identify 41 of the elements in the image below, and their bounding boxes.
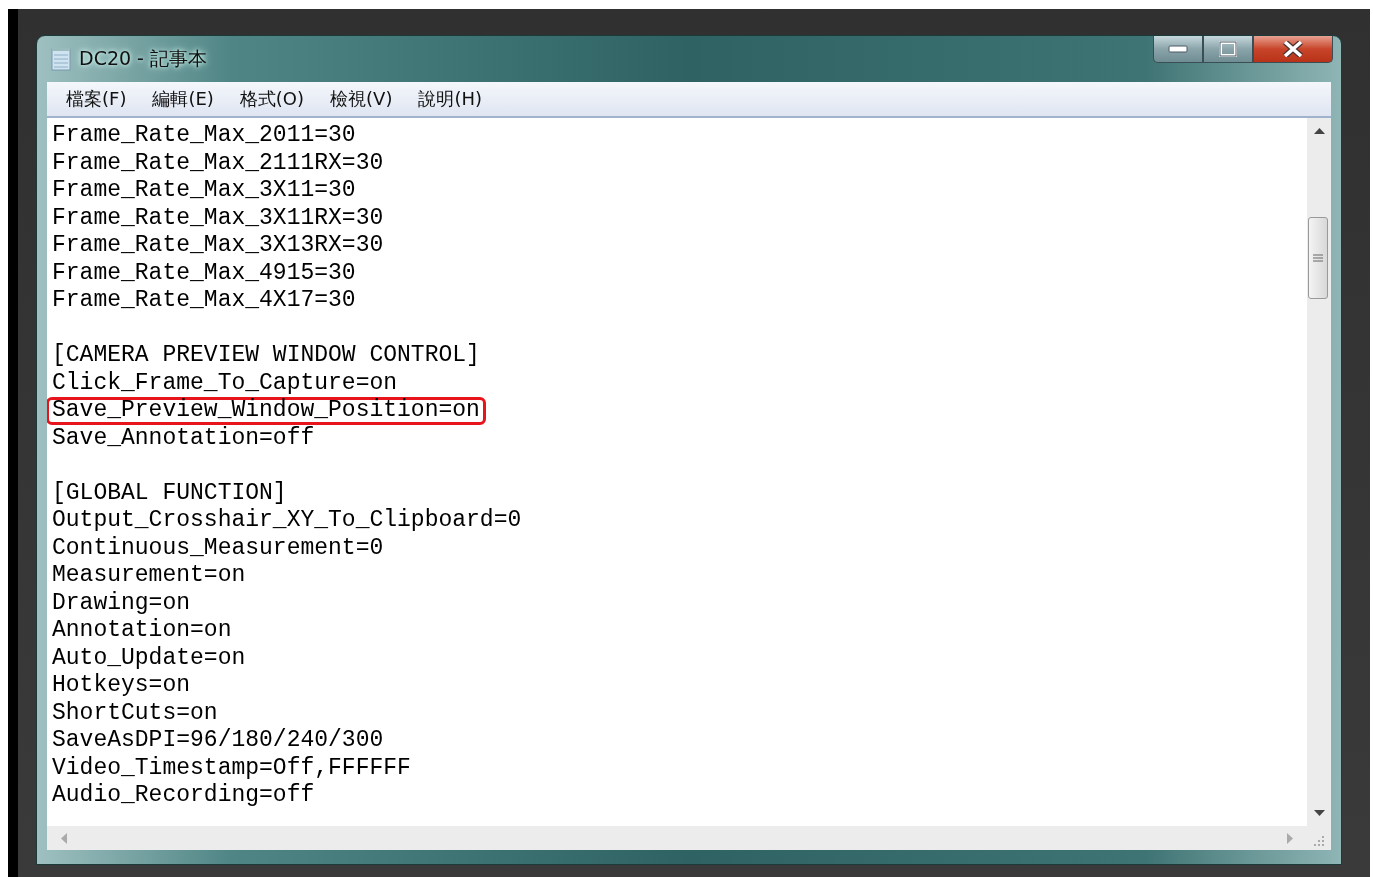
- text-line: Auto_Update=on: [52, 644, 246, 672]
- maximize-icon: [1219, 41, 1237, 57]
- text-line: Frame_Rate_Max_2111RX=30: [52, 149, 384, 177]
- text-line: Drawing=on: [52, 589, 191, 617]
- text-line: [GLOBAL FUNCTION]: [52, 479, 287, 507]
- menu-item[interactable]: 檢視(V): [317, 87, 406, 111]
- text-line: [CAMERA PREVIEW WINDOW CONTROL]: [52, 342, 480, 370]
- text-line: Audio_Recording=off: [52, 782, 315, 810]
- text-line: Frame_Rate_Max_3X11=30: [52, 177, 356, 205]
- text-line: Frame_Rate_Max_3X11RX=30: [52, 204, 384, 232]
- text-line: Frame_Rate_Max_3X13RX=30: [52, 232, 384, 260]
- text-line: Measurement=on: [52, 562, 246, 590]
- text-line: ShortCuts=on: [52, 699, 218, 727]
- grip-icon: [1313, 254, 1323, 262]
- text-line: Hotkeys=on: [52, 672, 191, 700]
- text-line: Frame_Rate_Max_4X17=30: [52, 287, 356, 315]
- text-line: SaveAsDPI=96/180/240/300: [52, 727, 384, 755]
- text-line: Save_Annotation=off: [52, 424, 315, 452]
- menu-item[interactable]: 格式(O): [226, 87, 318, 111]
- text-line: Output_Crosshair_XY_To_Clipboard=0: [52, 507, 522, 535]
- text-line: Video_Timestamp=Off,FFFFFF: [52, 754, 411, 782]
- window-title: DC20 - 記事本: [79, 46, 207, 71]
- menu-item[interactable]: 說明(H): [405, 87, 495, 111]
- scroll-thumb[interactable]: [1308, 217, 1328, 299]
- maximize-button[interactable]: [1203, 36, 1253, 63]
- scroll-up-icon[interactable]: [1313, 128, 1325, 134]
- resize-grip-icon[interactable]: [1313, 835, 1325, 847]
- text-line: Frame_Rate_Max_4915=30: [52, 259, 356, 287]
- text-line: Frame_Rate_Max_2011=30: [52, 122, 356, 150]
- text-line: Annotation=on: [52, 617, 232, 645]
- notepad-icon: [51, 47, 71, 71]
- text-line: Continuous_Measurement=0: [52, 534, 384, 562]
- menu-item[interactable]: 編輯(E): [139, 87, 227, 111]
- minimize-icon: [1168, 45, 1188, 53]
- text-line: Click_Frame_To_Capture=on: [52, 369, 398, 397]
- menu-item[interactable]: 檔案(F): [53, 87, 140, 111]
- minimize-button[interactable]: [1153, 36, 1203, 63]
- close-button[interactable]: [1253, 36, 1333, 63]
- scroll-down-icon[interactable]: [1313, 810, 1325, 816]
- close-icon: [1282, 41, 1304, 57]
- vertical-scrollbar[interactable]: [1307, 118, 1331, 826]
